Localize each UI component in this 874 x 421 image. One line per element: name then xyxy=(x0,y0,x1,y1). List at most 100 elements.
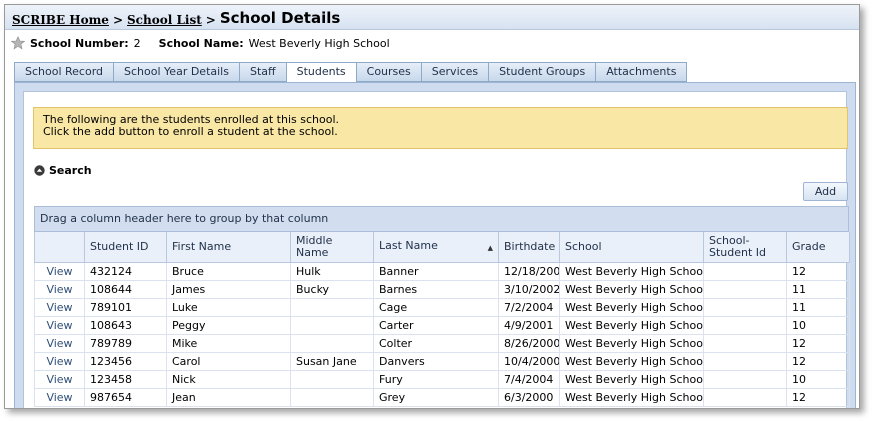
cell-grade: 11 xyxy=(786,279,850,299)
cell-last-name: Fury xyxy=(373,369,499,389)
cell-school-student-id xyxy=(703,315,787,335)
tab-services[interactable]: Services xyxy=(420,62,489,82)
cell-first-name: Jean xyxy=(166,387,291,407)
breadcrumb-separator: > xyxy=(112,13,124,27)
cell-middle-name: Bucky xyxy=(290,279,374,299)
cell-school: West Beverly High School xyxy=(559,369,704,389)
cell-student-id: 108644 xyxy=(84,279,167,299)
view-link[interactable]: View xyxy=(34,279,85,299)
cell-school: West Beverly High School xyxy=(559,333,704,353)
column-header-actions xyxy=(34,232,85,263)
table-row: View432124BruceHulkBanner12/18/2004West … xyxy=(34,261,850,281)
cell-last-name: Grey xyxy=(373,387,499,407)
cell-school-student-id xyxy=(703,261,787,281)
cell-birthdate: 12/18/2004 xyxy=(498,261,560,281)
school-number-value: 2 xyxy=(133,36,141,50)
notice-line-2: Click the add button to enroll a student… xyxy=(43,125,338,138)
breadcrumb: SCRIBE Home > School List > School Detai… xyxy=(5,5,859,30)
cell-school-student-id xyxy=(703,333,787,353)
cell-student-id: 789789 xyxy=(84,333,167,353)
cell-school: West Beverly High School xyxy=(559,261,704,281)
cell-student-id: 123456 xyxy=(84,351,167,371)
table-row: View 108644 James Bucky Barnes 3/10/2002 West … xyxy=(34,279,850,299)
column-header-grade[interactable]: Grade xyxy=(786,232,850,263)
window-frame: SCRIBE Home > School List > School Detai… xyxy=(4,4,860,409)
cell-school: West Beverly High School xyxy=(559,387,704,407)
cell-student-id: 432124 xyxy=(84,261,167,281)
cell-school-student-id xyxy=(703,369,787,389)
table-row: View 108643 Peggy Carter 4/9/2001 West Beverl… xyxy=(34,315,850,335)
breadcrumb-home-link[interactable]: SCRIBE Home xyxy=(12,13,109,27)
cell-first-name: Peggy xyxy=(166,315,291,335)
cell-middle-name: Susan Jane xyxy=(290,351,374,371)
cell-first-name: Carol xyxy=(166,351,291,371)
cell-grade: 12 xyxy=(786,387,850,407)
students-panel: The following are the students enrolled … xyxy=(23,91,850,408)
cell-student-id: 123458 xyxy=(84,369,167,389)
view-link[interactable]: View xyxy=(34,315,85,335)
cell-grade: 11 xyxy=(786,297,850,317)
tab-attachments[interactable]: Attachments xyxy=(595,62,688,82)
cell-grade: 12 xyxy=(786,333,850,353)
column-header-student-id[interactable]: Student ID xyxy=(84,232,167,263)
cell-grade: 12 xyxy=(786,351,850,371)
tab-student-groups[interactable]: Student Groups xyxy=(488,62,596,82)
tab-school-record[interactable]: School Record xyxy=(14,62,114,82)
cell-school-student-id xyxy=(703,387,787,407)
column-header-school-student-id[interactable]: School-Student Id xyxy=(703,232,787,263)
view-link[interactable]: View xyxy=(34,351,85,371)
column-header-middle-name[interactable]: Middle Name xyxy=(290,232,374,263)
search-label: Search xyxy=(49,164,92,177)
table-row: View 123458 Nick Fury 7/4/2004 West Beverly H… xyxy=(34,369,850,389)
cell-birthdate: 8/26/2000 xyxy=(498,333,560,353)
tab-students[interactable]: Students xyxy=(285,62,356,83)
cell-last-name: Danvers xyxy=(373,351,499,371)
school-info: School Number: 2 School Name: West Bever… xyxy=(5,30,859,56)
tab-staff[interactable]: Staff xyxy=(238,62,286,82)
school-name-label: School Name: xyxy=(158,36,244,50)
search-toggle[interactable]: Search xyxy=(34,164,92,177)
cell-middle-name xyxy=(290,387,374,407)
cell-birthdate: 10/4/2000 xyxy=(498,351,560,371)
cell-last-name: Carter xyxy=(373,315,499,335)
tab-panel: The following are the students enrolled … xyxy=(14,82,856,408)
column-header-first-name[interactable]: First Name xyxy=(166,232,291,263)
cell-first-name: Bruce xyxy=(166,261,291,281)
school-name-value: West Beverly High School xyxy=(248,36,390,50)
cell-student-id: 789101 xyxy=(84,297,167,317)
cell-first-name: Luke xyxy=(166,297,291,317)
table-header-row: Student ID First Name Middle Name Last N… xyxy=(34,232,850,263)
tab-courses[interactable]: Courses xyxy=(355,62,421,82)
page-title: School Details xyxy=(219,9,341,27)
add-button[interactable]: Add xyxy=(803,182,848,201)
column-header-birthdate[interactable]: Birthdate xyxy=(498,232,560,263)
star-icon[interactable] xyxy=(11,36,25,50)
cell-school-student-id xyxy=(703,297,787,317)
cell-grade: 12 xyxy=(786,261,850,281)
collapse-arrow-icon xyxy=(34,165,45,176)
tab-bar: School Record School Year Details Staff … xyxy=(14,62,688,83)
group-by-bar[interactable]: Drag a column header here to group by th… xyxy=(34,206,849,232)
view-link[interactable]: View xyxy=(34,333,85,353)
tab-school-year-details[interactable]: School Year Details xyxy=(113,62,239,82)
cell-last-name: Barnes xyxy=(373,279,499,299)
view-link[interactable]: View xyxy=(34,261,85,281)
breadcrumb-separator: > xyxy=(205,13,216,27)
table-row: View 789101 Luke Cage 7/2/2004 West Beverly H… xyxy=(34,297,850,317)
cell-birthdate: 6/3/2000 xyxy=(498,387,560,407)
cell-middle-name xyxy=(290,369,374,389)
cell-grade: 10 xyxy=(786,315,850,335)
cell-last-name: Colter xyxy=(373,333,499,353)
view-link[interactable]: View xyxy=(34,369,85,389)
cell-grade: 10 xyxy=(786,369,850,389)
cell-school: West Beverly High School xyxy=(559,297,704,317)
cell-middle-name xyxy=(290,315,374,335)
cell-school: West Beverly High School xyxy=(559,351,704,371)
column-header-school[interactable]: School xyxy=(559,232,704,263)
view-link[interactable]: View xyxy=(34,297,85,317)
column-header-last-name[interactable]: Last Name ▲ xyxy=(373,232,499,263)
breadcrumb-school-list-link[interactable]: School List xyxy=(127,13,202,27)
table-row: View 789789 Mike Colter 8/26/2000 West Beverl… xyxy=(34,333,850,353)
cell-middle-name xyxy=(290,297,374,317)
view-link[interactable]: View xyxy=(34,387,85,407)
